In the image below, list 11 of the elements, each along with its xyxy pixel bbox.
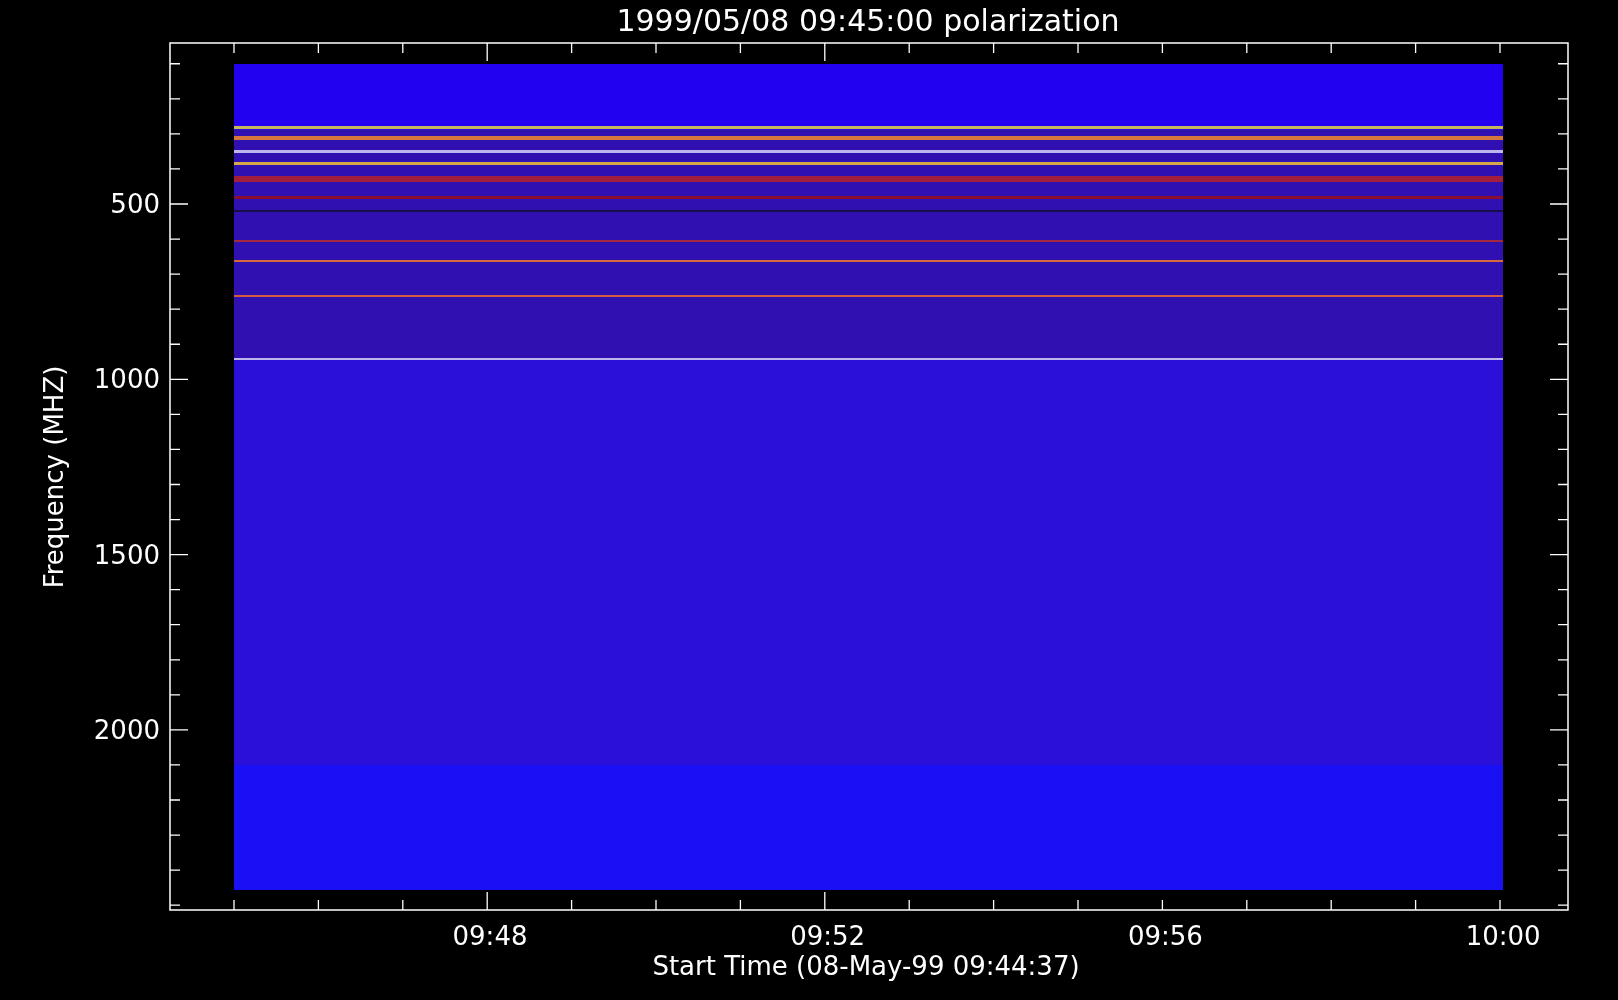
x-tick-label: 09:56 bbox=[1127, 921, 1203, 951]
y-tick-label: 1000 bbox=[93, 364, 160, 395]
y-axis-label: Frequency (MHZ) bbox=[39, 365, 69, 589]
x-tick-label: 09:52 bbox=[790, 921, 866, 951]
y-tick-label: 2000 bbox=[93, 714, 160, 745]
x-tick-label: 10:00 bbox=[1465, 921, 1541, 951]
y-tick-label: 500 bbox=[110, 189, 160, 219]
chart-title: 1999/05/08 09:45:00 polarization bbox=[616, 3, 1120, 38]
x-tick-label: 09:48 bbox=[452, 921, 528, 951]
y-tick-label: 1500 bbox=[93, 539, 160, 570]
x-axis-label: Start Time (08-May-99 09:44:37) bbox=[652, 951, 1080, 981]
